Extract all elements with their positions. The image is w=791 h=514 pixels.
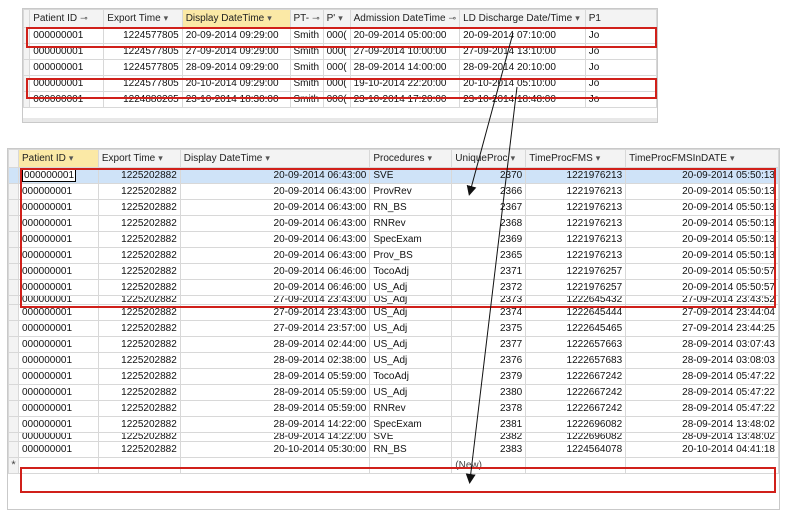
arrow-row4-to-last [465,86,518,484]
arrow-row1-to-group [466,32,514,196]
arrow-annotations [465,32,518,484]
